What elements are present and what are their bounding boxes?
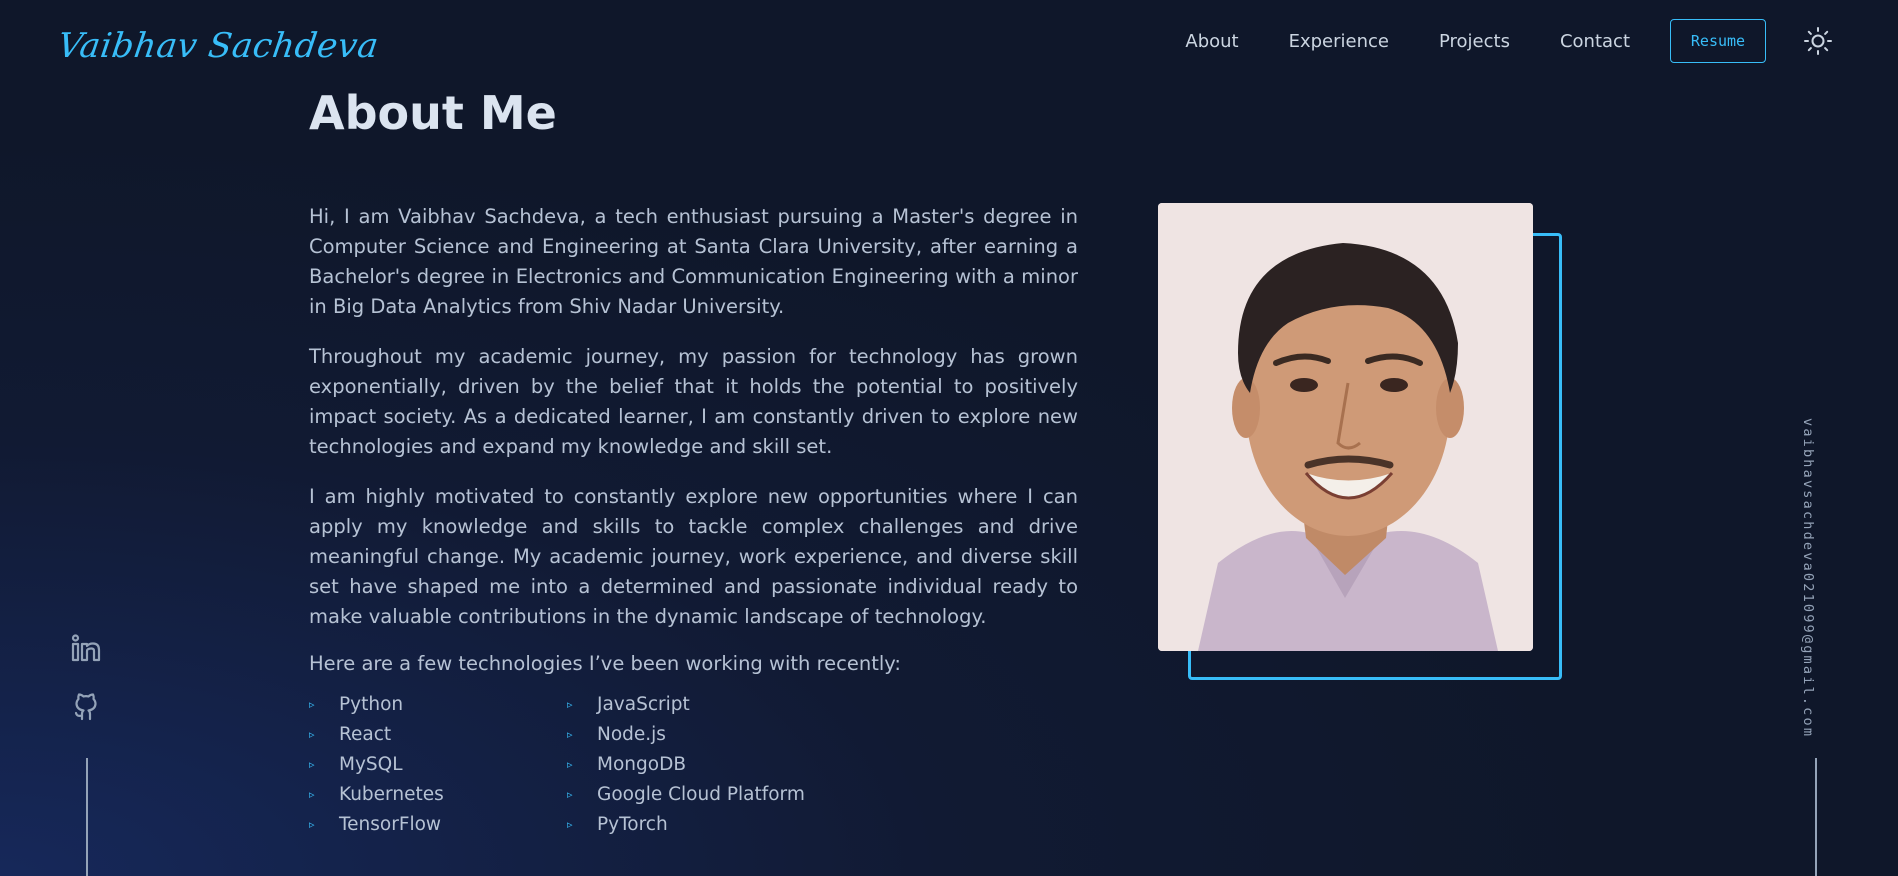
nav-experience[interactable]: Experience	[1289, 31, 1389, 52]
bullet-icon: ▹	[309, 817, 315, 831]
tech-intro: Here are a few technologies I’ve been wo…	[309, 652, 901, 675]
profile-photo	[1158, 203, 1533, 651]
bullet-icon: ▹	[309, 787, 315, 801]
theme-toggle-button[interactable]	[1802, 25, 1834, 57]
github-icon[interactable]	[70, 690, 102, 726]
bullet-icon: ▹	[567, 757, 573, 771]
bullet-icon: ▹	[567, 787, 573, 801]
tech-item: ▹ MongoDB	[567, 753, 687, 775]
bullet-icon: ▹	[309, 697, 315, 711]
tech-item: ▹ PyTorch	[567, 813, 668, 835]
bullet-icon: ▹	[309, 727, 315, 741]
about-paragraph: Throughout my academic journey, my passi…	[309, 345, 1078, 458]
about-paragraph: Hi, I am Vaibhav Sachdeva, a tech enthus…	[309, 205, 1078, 318]
page-title: About Me	[309, 86, 557, 140]
resume-button[interactable]: Resume	[1670, 19, 1766, 63]
left-vertical-line	[86, 758, 88, 876]
bullet-icon: ▹	[567, 817, 573, 831]
tech-item: ▹ MySQL	[309, 753, 403, 775]
linkedin-icon[interactable]	[70, 632, 102, 668]
social-links	[70, 632, 102, 748]
tech-item: ▹ JavaScript	[567, 693, 690, 715]
tech-list: ▹ Python ▹ JavaScript ▹ React ▹ Node.js ▹ MyS…	[309, 689, 1078, 839]
main-nav: About Experience Projects Contact Resume	[1135, 19, 1834, 63]
email-link[interactable]: vaibhavsachdeva021099@gmail.com	[1800, 418, 1816, 738]
tech-item: ▹ TensorFlow	[309, 813, 442, 835]
about-content: Hi, I am Vaibhav Sachdeva, a tech enthus…	[309, 202, 1078, 839]
tech-item: ▹ React	[309, 723, 392, 745]
tech-item: ▹ Python	[309, 693, 404, 715]
right-vertical-line	[1815, 758, 1817, 876]
bullet-icon: ▹	[567, 727, 573, 741]
site-logo[interactable]: Vaibhav Sachdeva	[55, 26, 381, 66]
bullet-icon: ▹	[309, 757, 315, 771]
tech-item: ▹ Kubernetes	[309, 783, 444, 805]
tech-item: ▹ Google Cloud Platform	[567, 783, 805, 805]
bullet-icon: ▹	[567, 697, 573, 711]
about-paragraph: I am highly motivated to constantly expl…	[309, 485, 1078, 628]
nav-projects[interactable]: Projects	[1439, 31, 1510, 52]
nav-about[interactable]: About	[1185, 31, 1238, 52]
nav-contact[interactable]: Contact	[1560, 31, 1630, 52]
tech-item: ▹ Node.js	[567, 723, 666, 745]
sun-icon	[1804, 27, 1832, 55]
